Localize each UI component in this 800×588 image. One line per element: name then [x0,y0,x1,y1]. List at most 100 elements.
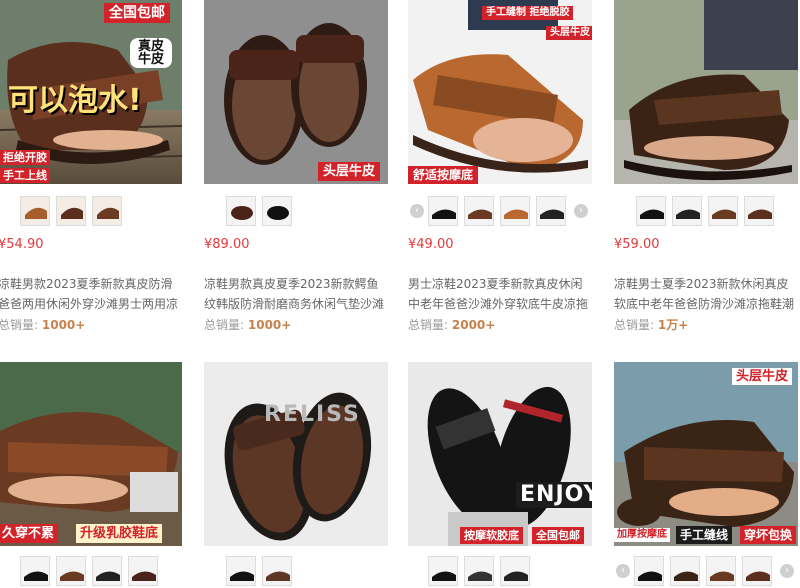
title-line: 纹韩版防滑耐磨商务休闲气垫沙滩 [204,297,385,311]
title-line: 中老年爸爸沙滩外穿软底牛皮凉拖 [408,297,589,311]
sandal-photo [204,362,388,546]
product-title[interactable]: 男士凉鞋2023夏季新款真皮休闲 中老年爸爸沙滩外穿软底牛皮凉拖 [408,274,596,314]
sales-count: 总销量: 2000+ [408,316,495,333]
product-image[interactable]: 久穿不累 升级乳胶鞋底 [0,362,182,546]
badge-free-shipping: 全国包邮 [104,3,170,23]
title-line: 凉鞋男款2023夏季新款真皮防滑 [0,277,173,291]
sales-count: 总销量: 1万+ [614,316,688,333]
sales-label: 总销量: [614,318,655,332]
sales-value: 1万+ [657,318,689,332]
thumbnail-strip: ‹ › [614,556,798,588]
title-line: 男士凉鞋2023夏季新款真皮休闲 [408,277,583,291]
sandal-photo [204,0,388,184]
badge-massage-sole: 加厚按摩底 [614,528,670,542]
title-line: 凉鞋男士夏季2023新款休闲真皮 [614,277,789,291]
thumbnail[interactable] [226,556,256,586]
thumbnail[interactable] [706,556,736,586]
thumbnail-prev-arrow[interactable]: ‹ [616,564,630,578]
thumbnail[interactable] [92,556,122,586]
thumbnail-strip: ‹ › [408,196,592,228]
thumbnail-strip [408,556,592,588]
sales-label: 总销量: [0,318,39,332]
thumbnail[interactable] [634,556,664,586]
product-image[interactable]: 头层牛皮 加厚按摩底 手工缝线 穿坏包换 [614,362,798,546]
thumbnail[interactable] [92,196,122,226]
thumbnail[interactable] [500,556,530,586]
product-image[interactable] [614,0,798,184]
thumbnail[interactable] [262,556,292,586]
thumbnail[interactable] [56,556,86,586]
sales-label: 总销量: [204,318,245,332]
thumbnail[interactable] [20,196,50,226]
badge-latex-sole: 升级乳胶鞋底 [76,524,163,543]
thumbnail[interactable] [262,196,292,226]
box-brand-text: ENJOY [516,482,592,508]
badge-top-leather: 头层牛皮 [546,26,592,40]
badge-no-glue: 拒绝开胶 [0,150,50,165]
badge-genuine-leather: 真皮 牛皮 [130,38,172,68]
thumbnail[interactable] [636,196,666,226]
product-price: ¥49.00 [408,237,454,252]
badge-waterproof: 可以泡水! [8,83,142,118]
thumbnail-strip [0,196,182,228]
sandal-photo [614,0,798,184]
product-image[interactable]: RELISS [204,362,388,546]
product-image[interactable]: 手工缝制 拒绝脱胶 头层牛皮 舒适按摩底 [408,0,592,184]
thumbnail-strip [204,556,388,588]
sales-value: 2000+ [451,318,496,332]
thumbnail-strip [614,196,798,228]
thumbnail[interactable] [672,196,702,226]
sandal-photo [614,362,798,546]
product-title[interactable]: 凉鞋男款2023夏季新款真皮防滑 爸爸两用休闲外穿沙滩男士两用凉 [0,274,186,314]
badge-top-leather: 头层牛皮 [732,368,793,385]
thumbnail[interactable] [536,196,566,226]
product-image[interactable]: 头层牛皮 [204,0,388,184]
thumbnail[interactable] [20,556,50,586]
thumbnail[interactable] [464,556,494,586]
product-title[interactable]: 凉鞋男款真皮夏季2023新款鳄鱼 纹韩版防滑耐磨商务休闲气垫沙滩 [204,274,392,314]
badge-text: 牛皮 [137,52,164,67]
thumbnail-next-arrow[interactable]: › [780,564,794,578]
thumbnail-strip [204,196,388,228]
product-price: ¥54.90 [0,237,44,252]
badge-replace-guarantee: 穿坏包换 [740,526,797,544]
thumbnail-strip [0,556,182,588]
thumbnail[interactable] [742,556,772,586]
box-brand-text: RELISS [264,402,361,427]
thumbnail[interactable] [428,556,458,586]
product-image[interactable]: ENJOY 按摩软胶底 全国包邮 [408,362,592,546]
thumbnail[interactable] [670,556,700,586]
thumbnail[interactable] [708,196,738,226]
badge-comfortable: 久穿不累 [0,524,59,543]
badge-hand-stitched: 手工缝线 [676,526,733,544]
product-price: ¥59.00 [614,237,660,252]
title-line: 凉鞋男款真皮夏季2023新款鳄鱼 [204,277,379,291]
sales-value: 1000+ [247,318,292,332]
sales-count: 总销量: 1000+ [204,316,291,333]
thumbnail[interactable] [428,196,458,226]
sales-value: 1000+ [41,318,86,332]
thumbnail[interactable] [500,196,530,226]
sandal-photo [0,362,182,546]
title-line: 软底中老年爸爸防滑沙滩凉拖鞋潮 [614,297,795,311]
badge-hand-stitched: 手工缝制 拒绝脱胶 [482,6,574,20]
thumbnail[interactable] [128,556,158,586]
thumbnail[interactable] [226,196,256,226]
sales-label: 总销量: [408,318,449,332]
product-title[interactable]: 凉鞋男士夏季2023新款休闲真皮 软底中老年爸爸防滑沙滩凉拖鞋潮 [614,274,800,314]
thumbnail-prev-arrow[interactable]: ‹ [410,204,424,218]
thumbnail[interactable] [744,196,774,226]
badge-top-leather: 头层牛皮 [318,162,381,181]
badge-free-shipping: 全国包邮 [532,527,584,544]
badge-handmade: 手工上线 [0,168,50,183]
title-line: 爸爸两用休闲外穿沙滩男士两用凉 [0,297,179,311]
badge-massage-sole: 舒适按摩底 [408,166,479,184]
badge-soft-sole: 按摩软胶底 [460,527,523,544]
product-image[interactable]: 全国包邮 真皮 牛皮 可以泡水! 拒绝开胶 手工上线 [0,0,182,184]
sandal-photo [408,362,592,546]
thumbnail[interactable] [56,196,86,226]
thumbnail[interactable] [464,196,494,226]
sales-count: 总销量: 1000+ [0,316,85,333]
thumbnail-next-arrow[interactable]: › [574,204,588,218]
product-price: ¥89.00 [204,237,250,252]
